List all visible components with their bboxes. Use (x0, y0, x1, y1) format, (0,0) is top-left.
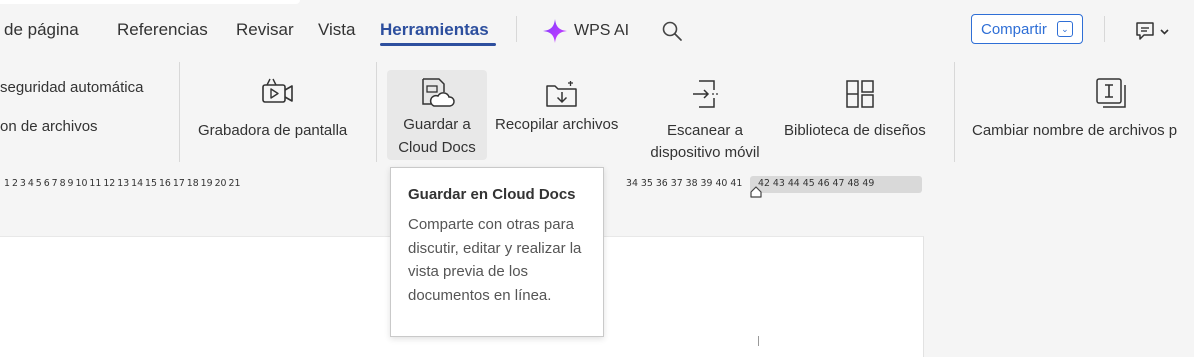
chevron-down-icon: ⌄ (1056, 21, 1073, 37)
active-tab-indicator (380, 43, 496, 46)
menu-item-references[interactable]: Referencias (117, 20, 208, 40)
file-recovery-label[interactable]: on de archivos (0, 116, 98, 138)
rename-files-label: Cambiar nombre de archivos p (972, 122, 1178, 139)
rename-files-button[interactable]: Cambiar nombre de archivos p (966, 64, 1194, 160)
scan-label-line2: dispositivo móvil (650, 144, 760, 161)
sparkle-icon (543, 19, 567, 43)
ruler-numbers-right: 42 43 44 45 46 47 48 49 (758, 178, 875, 189)
design-library-button[interactable]: Biblioteca de diseños (778, 64, 944, 160)
toolbar-divider (1104, 16, 1105, 42)
screen-record-icon (262, 78, 293, 103)
ribbon-divider (376, 62, 377, 162)
menu-item-page-layout[interactable]: de página (4, 20, 79, 40)
menu-item-tools[interactable]: Herramientas (380, 20, 489, 40)
collect-files-icon (546, 81, 577, 107)
top-edge (0, 0, 300, 4)
scan-to-mobile-button[interactable]: Escanear a dispositivo móvil (638, 64, 772, 161)
menu-item-review[interactable]: Revisar (236, 20, 294, 40)
search-icon[interactable] (661, 20, 683, 42)
wps-ai-label: WPS AI (574, 22, 630, 39)
comment-button[interactable] (1134, 20, 1169, 42)
design-library-icon (846, 80, 874, 108)
collect-files-button[interactable]: Recopilar archivos (490, 64, 634, 160)
rename-files-icon (1096, 78, 1126, 108)
save-to-cloud-docs-button[interactable]: Guardar a Cloud Docs (387, 70, 487, 160)
ribbon-divider (954, 62, 955, 162)
tooltip-title: Guardar en Cloud Docs (408, 186, 576, 203)
comment-icon (1136, 22, 1154, 40)
ruler-numbers-left: 1 2 3 4 5 6 7 8 9 10 11 12 13 14 15 16 1… (4, 178, 241, 189)
screen-recorder-label: Grabadora de pantalla (198, 122, 348, 139)
wps-ai-button[interactable]: WPS AI (542, 18, 629, 44)
design-library-label: Biblioteca de diseños (784, 122, 926, 139)
share-button[interactable]: Compartir ⌄ (971, 14, 1083, 44)
tools-ribbon: seguridad automática on de archivos Grab… (0, 60, 1194, 166)
tooltip-body: Comparte con otras para discutir, editar… (408, 216, 582, 304)
indent-marker-icon[interactable] (749, 185, 763, 199)
scan-to-mobile-icon (693, 80, 719, 108)
ruler-numbers-middle: 34 35 36 37 38 39 40 41 (626, 178, 743, 189)
save-cloud-label-line1: Guardar a (403, 116, 471, 133)
auto-backup-label[interactable]: seguridad automática (0, 77, 143, 99)
scan-label-line1: Escanear a (667, 122, 743, 139)
menu-item-view[interactable]: Vista (318, 20, 356, 40)
cloud-save-icon (422, 78, 455, 107)
screen-recorder-button[interactable]: Grabadora de pantalla (190, 64, 370, 160)
menu-bar: de página Referencias Revisar Vista Herr… (0, 0, 1194, 60)
save-cloud-tooltip: Guardar en Cloud Docs Comparte con otras… (390, 167, 604, 337)
text-cursor-mark (758, 336, 759, 346)
chevron-down-icon (1160, 28, 1169, 35)
collect-files-label: Recopilar archivos (495, 116, 619, 133)
menu-divider (516, 16, 517, 42)
ribbon-divider (179, 62, 180, 162)
share-label: Compartir (981, 20, 1047, 38)
save-cloud-label-line2: Cloud Docs (398, 139, 476, 156)
